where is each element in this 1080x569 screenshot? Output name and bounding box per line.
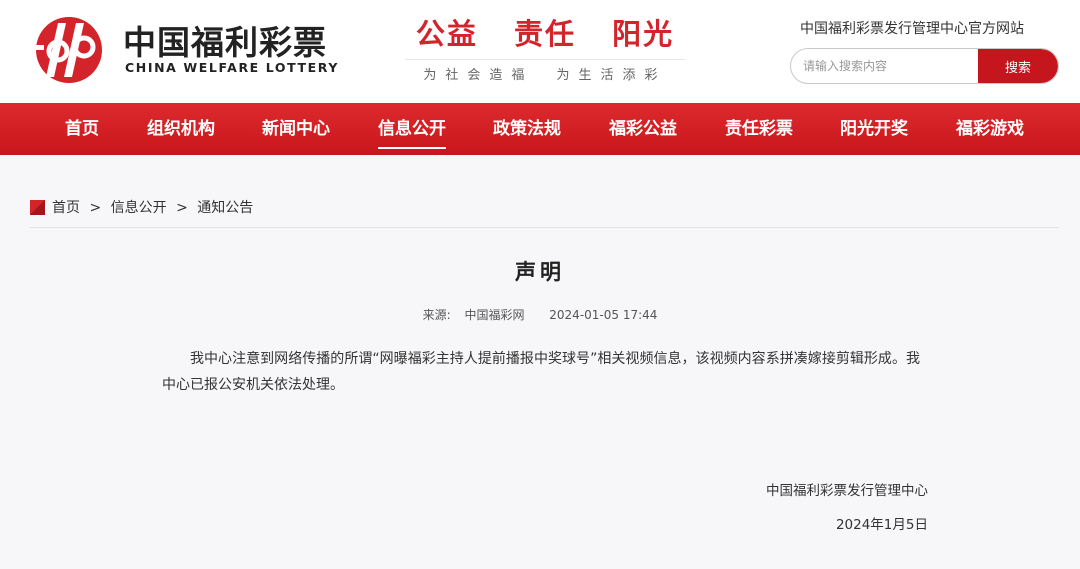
logo-english-name: CHINA WELFARE LOTTERY <box>125 60 339 75</box>
site-title: 中国福利彩票发行管理中心官方网站 <box>800 21 1024 37</box>
nav-item-home[interactable]: 首页 <box>65 103 99 155</box>
search-button[interactable]: 搜索 <box>978 49 1058 83</box>
breadcrumb-information[interactable]: 信息公开 <box>111 200 167 216</box>
breadcrumb-notices[interactable]: 通知公告 <box>197 200 253 216</box>
breadcrumb-separator: > <box>89 200 102 216</box>
site-header: 中国福利彩票 CHINA WELFARE LOTTERY 公益 责任 阳光 为社… <box>0 0 1080 103</box>
slogan-sub: 为社会造福 为生活添彩 <box>405 59 685 83</box>
article-meta: 来源: 中国福彩网 2024-01-05 17:44 <box>0 306 1080 323</box>
slogan: 公益 责任 阳光 为社会造福 为生活添彩 <box>405 14 685 84</box>
nav-item-games[interactable]: 福彩游戏 <box>956 103 1024 155</box>
article-body: 我中心注意到网络传播的所谓“网曝福彩主持人提前播报中奖球号”相关视频信息，该视频… <box>162 351 920 393</box>
nav-item-responsible-lottery[interactable]: 责任彩票 <box>725 103 793 155</box>
nav-item-information[interactable]: 信息公开 <box>378 103 446 155</box>
logo-chinese-name: 中国福利彩票 <box>123 23 327 62</box>
source-label: 来源: <box>422 308 451 322</box>
search-input[interactable] <box>791 49 979 83</box>
nav-item-organization[interactable]: 组织机构 <box>147 103 215 155</box>
site-logo[interactable]: 中国福利彩票 CHINA WELFARE LOTTERY <box>28 15 337 87</box>
nav-item-news[interactable]: 新闻中心 <box>262 103 330 155</box>
breadcrumb-divider <box>30 227 1059 228</box>
source-value: 中国福彩网 <box>464 308 525 322</box>
slogan-main: 公益 责任 阳光 <box>415 17 675 51</box>
breadcrumb-trail: 首页 > 信息公开 > 通知公告 <box>52 199 253 217</box>
publish-datetime: 2024-01-05 17:44 <box>549 308 658 322</box>
welfare-lottery-logo-icon <box>32 17 102 83</box>
search-box: 搜索 <box>790 48 1059 84</box>
article-title: 声明 <box>515 260 565 284</box>
main-nav: 首页 组织机构 新闻中心 信息公开 政策法规 福彩公益 责任彩票 阳光开奖 福彩… <box>0 103 1080 155</box>
breadcrumb-marker-icon <box>30 200 45 215</box>
signature-date: 2024年1月5日 <box>835 517 928 533</box>
signature-organization: 中国福利彩票发行管理中心 <box>766 483 928 499</box>
breadcrumb-separator: > <box>176 200 188 216</box>
nav-item-policy[interactable]: 政策法规 <box>493 103 561 155</box>
nav-item-draw[interactable]: 阳光开奖 <box>840 103 908 155</box>
breadcrumb-home[interactable]: 首页 <box>52 200 80 216</box>
nav-item-charity[interactable]: 福彩公益 <box>609 103 677 155</box>
